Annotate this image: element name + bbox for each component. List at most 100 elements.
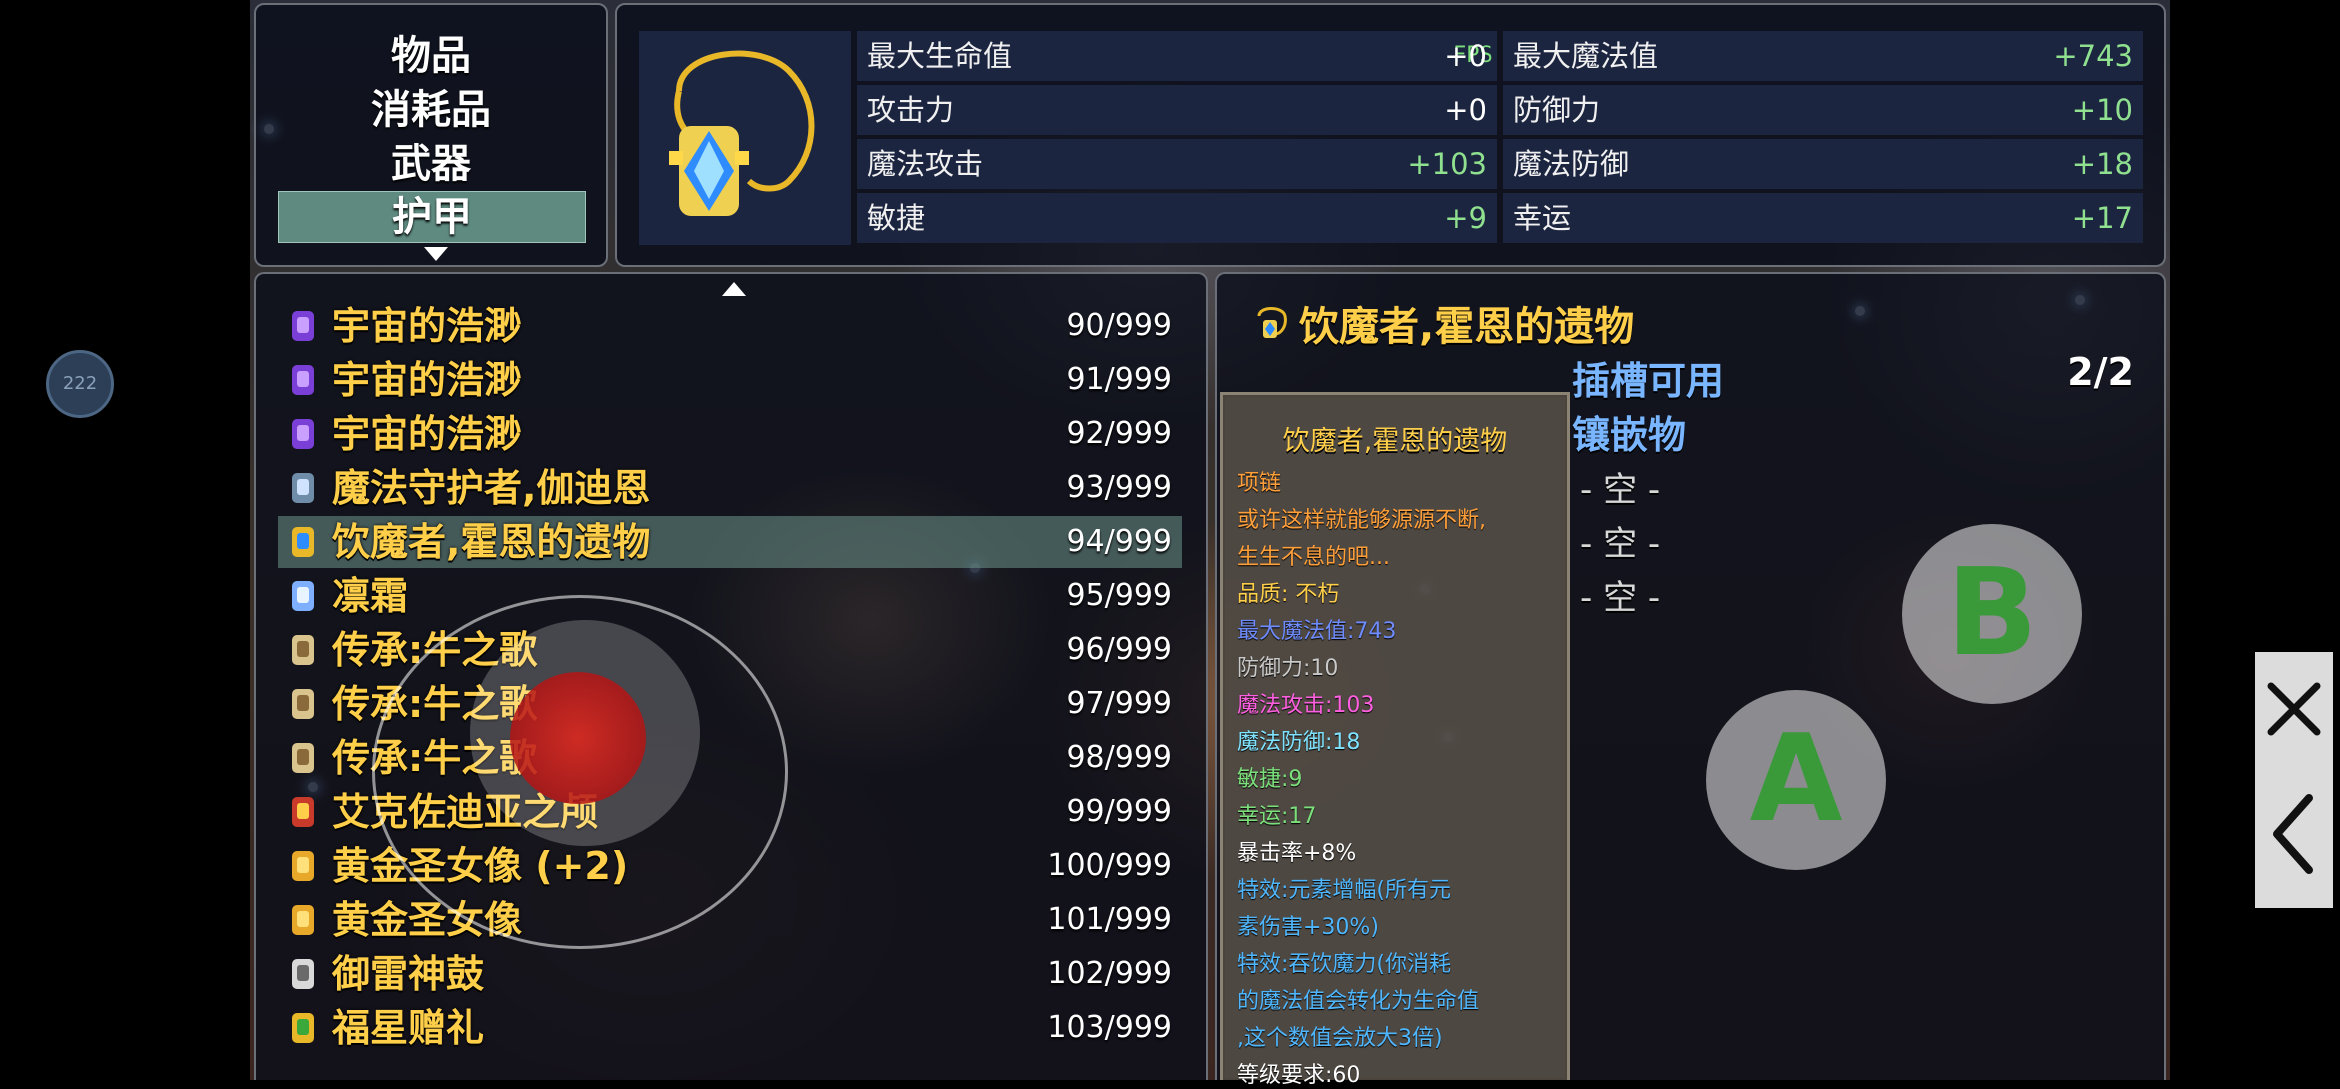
equipped-item-icon-box [639, 31, 851, 245]
tooltip-line: 魔法防御:18 [1237, 730, 1361, 755]
scroll-down-arrow-icon[interactable] [424, 247, 448, 261]
tooltip-line: 素伤害+30%) [1237, 915, 1379, 940]
stat-row-max-mp: 最大魔法值 +743 [1503, 31, 2143, 81]
category-armor[interactable]: 护甲 [278, 191, 586, 243]
item-name: 宇宙的浩渺 [332, 304, 523, 348]
item-count: 101/999 [1047, 902, 1172, 937]
item-name: 宇宙的浩渺 [332, 412, 523, 456]
stat-value: +10 [2071, 93, 2133, 127]
fps-bubble[interactable]: 222 [46, 350, 114, 418]
item-count: 102/999 [1047, 956, 1172, 991]
item-count: 92/999 [1066, 416, 1172, 451]
stat-value: +9 [1444, 201, 1487, 235]
tooltip-line: 幸运:17 [1237, 804, 1317, 829]
scroll-icon [292, 635, 314, 665]
list-item[interactable]: 黄金圣女像 101/999 [278, 894, 1182, 946]
stat-label: 幸运 [1513, 201, 1572, 235]
stat-row-attack: 攻击力 +0 [857, 85, 1497, 135]
purple-gem-icon [292, 311, 314, 341]
action-a-button[interactable]: A [1706, 690, 1886, 870]
golden-statue-icon [292, 905, 314, 935]
list-item[interactable]: 御雷神鼓 102/999 [278, 948, 1182, 1000]
list-item[interactable]: 魔法守护者,伽迪恩 93/999 [278, 462, 1182, 514]
category-weapons[interactable]: 武器 [278, 139, 584, 189]
stat-value: +743 [2053, 39, 2133, 73]
tooltip-line: 敏捷:9 [1237, 767, 1303, 792]
tooltip-line: 特效:吞饮魔力(你消耗 [1237, 952, 1451, 977]
stat-row-agility: 敏捷 +9 [857, 193, 1497, 243]
item-count: 98/999 [1066, 740, 1172, 775]
close-button[interactable] [2255, 670, 2333, 770]
drums-icon [292, 959, 314, 989]
category-consumables[interactable]: 消耗品 [278, 85, 584, 135]
item-count: 94/999 [1066, 524, 1172, 559]
frost-orb-icon [292, 581, 314, 611]
stat-row-max-hp: 最大生命值 FPS 60 +0 [857, 31, 1497, 118]
scroll-up-arrow-icon[interactable] [722, 282, 746, 296]
close-icon [2267, 682, 2321, 736]
stat-row-magic-defense: 魔法防御 +18 [1503, 139, 2143, 189]
stat-label: 魔法攻击 [867, 147, 984, 181]
stat-label: 魔法防御 [1513, 147, 1630, 181]
tooltip-line: 特效:元素增幅(所有元 [1237, 878, 1451, 903]
virtual-joystick-knob[interactable] [510, 672, 646, 804]
tooltip-line: 生生不息的吧... [1237, 545, 1390, 570]
gift-necklace-icon [292, 1013, 314, 1043]
list-item[interactable]: 宇宙的浩渺 91/999 [278, 354, 1182, 406]
item-name: 福星赠礼 [332, 1006, 485, 1050]
item-count: 93/999 [1066, 470, 1172, 505]
empty-inlay-slot[interactable]: - 空 - [1580, 516, 1660, 565]
stat-label: 最大魔法值 [1513, 39, 1659, 73]
item-count: 99/999 [1066, 794, 1172, 829]
necklace-icon [292, 527, 314, 557]
stat-value: +0 [1444, 93, 1487, 127]
stats-panel: 最大生命值 FPS 60 +0 攻击力 +0 魔法攻击 +103 敏捷 +9 最… [615, 3, 2166, 267]
stat-row-luck: 幸运 +17 [1503, 193, 2143, 243]
list-item[interactable]: 饮魔者,霍恩的遗物 94/999 [278, 516, 1182, 568]
chevron-left-icon [2273, 794, 2313, 874]
item-count: 100/999 [1047, 848, 1172, 883]
list-item[interactable]: 福星赠礼 103/999 [278, 1002, 1182, 1054]
item-name: 魔法守护者,伽迪恩 [332, 466, 651, 510]
item-count: 96/999 [1066, 632, 1172, 667]
item-tooltip-card: 饮魔者,霍恩的遗物 项链 或许这样就能够源源不断, 生生不息的吧... 品质: 不朽最… [1220, 392, 1570, 1088]
stat-value: +0 [1444, 39, 1487, 73]
detail-item-title: 饮魔者,霍恩的遗物 [1299, 304, 1635, 350]
tooltip-line: 魔法攻击:103 [1237, 693, 1375, 718]
empty-inlay-slot[interactable]: - 空 - [1580, 462, 1660, 511]
inlay-label: 镶嵌物 [1572, 413, 1687, 457]
category-items[interactable]: 物品 [278, 31, 584, 81]
item-count: 91/999 [1066, 362, 1172, 397]
stat-label: 最大生命值 [867, 39, 1013, 73]
necklace-icon [669, 50, 815, 216]
item-count: 90/999 [1066, 308, 1172, 343]
stat-label: 攻击力 [867, 93, 955, 127]
item-name: 御雷神鼓 [332, 952, 485, 996]
stat-row-magic-attack: 魔法攻击 +103 [857, 139, 1497, 189]
slots-available-count: 2/2 [2067, 350, 2134, 394]
tooltip-line: 防御力:10 [1237, 656, 1339, 681]
tooltip-line: 的魔法值会转化为生命值 [1237, 989, 1480, 1014]
item-name: 饮魔者,霍恩的遗物 [332, 520, 651, 564]
tooltip-line: 暴击率+8% [1237, 841, 1357, 866]
slots-available-label: 插槽可用 [1572, 359, 1725, 403]
list-item[interactable]: 宇宙的浩渺 92/999 [278, 408, 1182, 460]
stat-value: +103 [1407, 147, 1487, 181]
item-count: 95/999 [1066, 578, 1172, 613]
list-item[interactable]: 宇宙的浩渺 90/999 [278, 300, 1182, 352]
list-item[interactable]: 凛霜 95/999 [278, 570, 1182, 622]
category-panel: 物品 消耗品 武器 护甲 [254, 3, 608, 267]
tooltip-line: 最大魔法值:743 [1237, 619, 1397, 644]
item-count: 97/999 [1066, 686, 1172, 721]
action-b-button[interactable]: B [1902, 524, 2082, 704]
stat-label: 敏捷 [867, 201, 926, 235]
stat-label: 防御力 [1513, 93, 1601, 127]
item-name: 凛霜 [332, 574, 409, 618]
empty-inlay-slot[interactable]: - 空 - [1580, 570, 1660, 619]
scroll-icon [292, 743, 314, 773]
back-button[interactable] [2255, 784, 2333, 884]
shield-icon [292, 473, 314, 503]
purple-gem-icon [292, 419, 314, 449]
tooltip-line: 等级要求:60 [1237, 1063, 1361, 1088]
golden-statue-icon [292, 851, 314, 881]
